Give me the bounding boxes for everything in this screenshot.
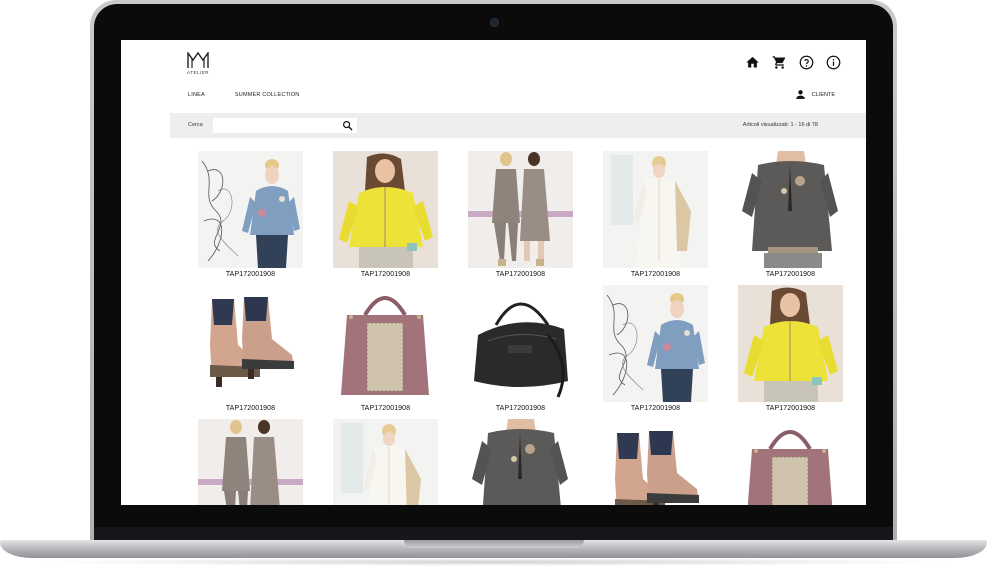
product-image[interactable] [468, 419, 573, 505]
logo-mark-icon [187, 52, 209, 68]
results-count: Articoli visualizzati: 1 - 16 di 78 [742, 122, 818, 128]
search-bar: Cerca Articoli visualizzati: 1 - 16 di 7… [170, 113, 866, 138]
user-label: CLIENTE [811, 91, 835, 98]
product-card[interactable]: TAP172001908 [333, 285, 438, 412]
help-icon [799, 55, 814, 70]
product-card[interactable]: TAP172001908 [333, 151, 438, 278]
product-card[interactable]: TAP172001908 [603, 285, 708, 412]
product-code: TAP172001908 [495, 271, 546, 278]
product-image[interactable] [198, 285, 303, 402]
search-input[interactable] [213, 118, 357, 133]
product-card[interactable]: TAP172001908 [198, 151, 303, 278]
laptop-notch [404, 540, 584, 548]
home-icon [746, 56, 759, 68]
info-button[interactable] [825, 54, 842, 71]
product-image[interactable] [468, 285, 573, 402]
product-grid: TAP172001908 TAP172001908 TAP172001908 T… [198, 151, 843, 505]
brand-logo[interactable]: ATELIER [185, 52, 211, 78]
laptop-chin [94, 527, 893, 540]
product-card[interactable] [468, 419, 573, 505]
product-code: TAP172001908 [630, 405, 681, 412]
product-card[interactable]: TAP172001908 [603, 151, 708, 278]
header-icons [744, 54, 842, 71]
product-card[interactable]: TAP172001908 [738, 151, 843, 278]
product-card[interactable]: TAP172001908 [468, 151, 573, 278]
search-label: Cerca [188, 122, 203, 128]
webcam [491, 19, 498, 26]
product-card[interactable] [603, 419, 708, 505]
user-account[interactable]: CLIENTE [794, 88, 835, 101]
product-card[interactable]: TAP172001908 [468, 285, 573, 412]
search-icon [343, 121, 353, 131]
product-card[interactable] [738, 419, 843, 505]
user-icon [795, 90, 805, 99]
laptop-shadow [30, 558, 957, 566]
cart-icon [772, 56, 786, 69]
product-code: TAP172001908 [225, 271, 276, 278]
product-code: TAP172001908 [225, 405, 276, 412]
product-image[interactable] [468, 151, 573, 268]
product-image[interactable] [198, 151, 303, 268]
product-image[interactable] [738, 419, 843, 505]
nav-item-summer-collection[interactable]: SUMMER COLLECTION [235, 92, 300, 98]
product-image[interactable] [603, 151, 708, 268]
product-image[interactable] [603, 419, 708, 505]
product-image[interactable] [738, 285, 843, 402]
product-card[interactable] [333, 419, 438, 505]
cart-button[interactable] [771, 54, 788, 71]
home-button[interactable] [744, 54, 761, 71]
help-button[interactable] [798, 54, 815, 71]
product-card[interactable] [198, 419, 303, 505]
product-code: TAP172001908 [630, 271, 681, 278]
product-card[interactable]: TAP172001908 [198, 285, 303, 412]
app-screen: ATELIER LINEA SUMMER COLLECTION CLIENTE … [121, 40, 866, 505]
product-code: TAP172001908 [360, 271, 411, 278]
nav-item-linea[interactable]: LINEA [188, 92, 205, 98]
product-image[interactable] [738, 151, 843, 268]
product-image[interactable] [333, 285, 438, 402]
product-code: TAP172001908 [765, 271, 816, 278]
product-code: TAP172001908 [495, 405, 546, 412]
info-icon [826, 55, 841, 70]
product-card[interactable]: TAP172001908 [738, 285, 843, 412]
product-image[interactable] [198, 419, 303, 505]
product-code: TAP172001908 [360, 405, 411, 412]
main-nav: LINEA SUMMER COLLECTION [188, 92, 299, 98]
product-image[interactable] [333, 419, 438, 505]
search-button[interactable] [341, 119, 354, 132]
product-image[interactable] [603, 285, 708, 402]
product-image[interactable] [333, 151, 438, 268]
logo-text: ATELIER [187, 70, 209, 75]
product-code: TAP172001908 [765, 405, 816, 412]
